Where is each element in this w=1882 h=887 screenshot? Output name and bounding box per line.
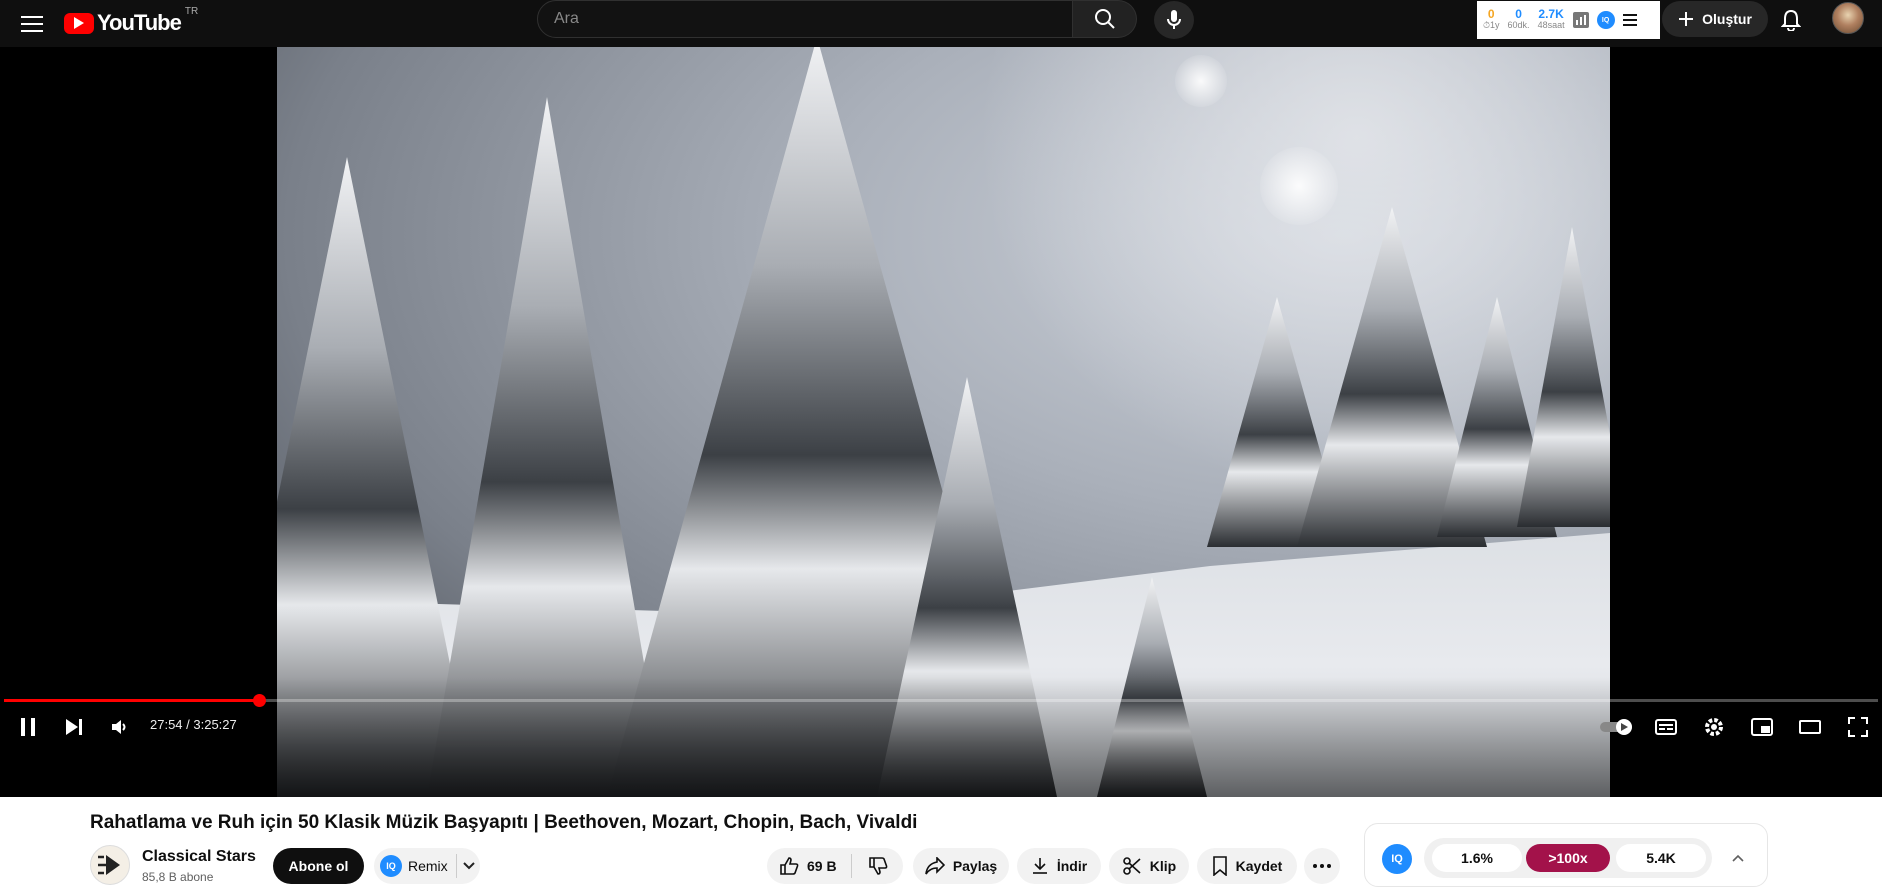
save-button[interactable]: Kaydet — [1197, 848, 1297, 884]
search-button[interactable] — [1073, 0, 1137, 38]
download-button[interactable]: İndir — [1017, 848, 1101, 884]
top-bar: YouTube TR Ara 0 ⏱1y 0 60dk. 2.7K 48saat… — [0, 0, 1882, 47]
settings-button[interactable] — [1696, 709, 1732, 745]
iq-chip-multiplier[interactable]: >100x — [1526, 844, 1610, 872]
like-divider — [850, 854, 852, 878]
next-button[interactable] — [56, 709, 92, 745]
play-logo-icon — [64, 12, 94, 34]
notifications-button[interactable] — [1773, 2, 1809, 38]
stat-60dk: 0 60dk. — [1507, 7, 1530, 30]
next-icon — [66, 719, 82, 735]
video-title: Rahatlama ve Ruh için 50 Klasik Müzik Ba… — [90, 812, 918, 833]
pause-button[interactable] — [10, 709, 46, 745]
pause-icon — [21, 718, 35, 736]
mute-button[interactable] — [102, 709, 138, 745]
subtitles-icon — [1655, 719, 1677, 735]
miniplayer-icon — [1751, 718, 1773, 736]
like-dislike-group[interactable]: 69 B — [767, 848, 903, 884]
bookmark-icon — [1212, 856, 1227, 876]
download-icon — [1032, 858, 1047, 874]
iq-badge-icon[interactable]: IQ — [1596, 11, 1615, 29]
share-label: Paylaş — [952, 858, 998, 874]
menu-lines-icon — [1622, 14, 1637, 26]
plus-icon — [1679, 12, 1694, 26]
remix-divider — [455, 854, 457, 878]
progress-scrubber[interactable] — [252, 694, 266, 707]
channel-avatar[interactable] — [90, 845, 130, 885]
logo-text: YouTube — [97, 10, 182, 35]
fullscreen-button[interactable] — [1840, 709, 1876, 745]
subscribe-button[interactable]: Abone ol — [273, 848, 364, 884]
save-label: Kaydet — [1235, 858, 1283, 874]
stat-1y: 0 ⏱1y — [1483, 7, 1500, 30]
theater-mode-button[interactable] — [1792, 709, 1828, 745]
share-button[interactable]: Paylaş — [913, 848, 1009, 884]
iq-chip-percent[interactable]: 1.6% — [1432, 844, 1522, 872]
clip-button[interactable]: Klip — [1109, 848, 1189, 884]
fullscreen-icon — [1848, 717, 1868, 737]
share-icon — [925, 857, 945, 875]
iq-logo-icon[interactable]: IQ — [1382, 844, 1412, 874]
user-avatar[interactable] — [1832, 2, 1864, 34]
menu-icon[interactable] — [14, 6, 50, 42]
create-button[interactable]: Oluştur — [1662, 1, 1768, 37]
search-icon — [1094, 9, 1115, 29]
more-actions-button[interactable] — [1304, 848, 1340, 884]
voice-search-button[interactable] — [1154, 1, 1194, 39]
search-input[interactable]: Ara — [537, 0, 1073, 38]
subtitles-button[interactable] — [1648, 709, 1684, 745]
chevron-down-icon — [462, 862, 475, 870]
channel-logo-icon — [98, 855, 120, 875]
subscriber-count: 85,8 B abone — [142, 870, 214, 884]
country-code: TR — [184, 6, 199, 17]
clip-label: Klip — [1149, 858, 1177, 874]
microphone-icon — [1167, 10, 1181, 29]
iq-remix-icon: IQ — [380, 855, 402, 877]
progress-bar[interactable] — [4, 694, 1878, 707]
scissors-icon — [1122, 857, 1141, 875]
miniplayer-button[interactable] — [1744, 709, 1780, 745]
iq-chip-count[interactable]: 5.4K — [1616, 844, 1706, 872]
volume-icon — [112, 720, 126, 734]
snow-orb — [1175, 55, 1227, 107]
remix-label: Remix — [408, 858, 448, 874]
create-label: Oluştur — [1702, 11, 1752, 27]
video-player[interactable] — [0, 47, 1882, 797]
more-icon — [1313, 864, 1331, 868]
extension-stats[interactable]: 0 ⏱1y 0 60dk. 2.7K 48saat IQ — [1477, 1, 1660, 39]
remix-button[interactable]: IQ Remix — [374, 848, 480, 884]
autoplay-toggle-icon — [1600, 719, 1632, 735]
like-count: 69 B — [807, 858, 837, 874]
time-display: 27:54 / 3:25:27 — [150, 717, 237, 732]
autoplay-toggle[interactable] — [1598, 709, 1638, 745]
gear-icon — [1705, 718, 1723, 736]
bar-chart-icon — [1572, 12, 1589, 28]
youtube-logo[interactable]: YouTube TR — [64, 6, 199, 38]
channel-name[interactable]: Classical Stars — [142, 848, 256, 866]
thumbs-down-icon — [868, 857, 887, 875]
thumbs-up-icon — [780, 857, 799, 875]
chevron-up-icon — [1732, 854, 1744, 862]
theater-icon — [1799, 720, 1821, 734]
stat-48saat: 2.7K 48saat — [1537, 7, 1565, 30]
snow-orb — [1260, 147, 1338, 225]
bell-icon — [1781, 9, 1801, 31]
progress-played — [4, 699, 259, 702]
collapse-button[interactable] — [1728, 848, 1748, 868]
download-label: İndir — [1056, 858, 1088, 874]
